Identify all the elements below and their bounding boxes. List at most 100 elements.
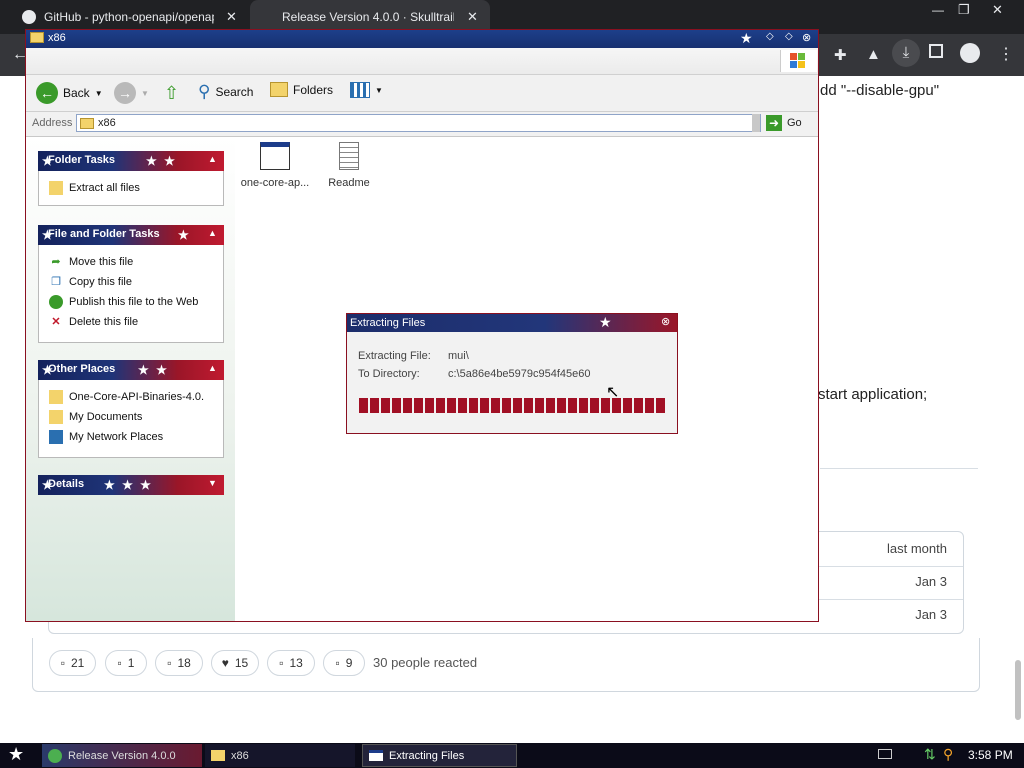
explorer-titlebar[interactable]: x86 ★ ◇ ◇ ⊗ xyxy=(26,30,818,48)
close-button[interactable]: ⊗ xyxy=(802,31,811,44)
download-icon[interactable]: ⤓ xyxy=(892,39,920,67)
details-header[interactable]: ★ Details ★ ★ ★ ▼ xyxy=(38,475,224,495)
progress-segment xyxy=(623,398,632,413)
progress-segment xyxy=(436,398,445,413)
task-publish-web[interactable]: Publish this file to the Web xyxy=(49,295,198,309)
forward-arrow-icon: → xyxy=(114,82,136,104)
reacted-summary: 30 people reacted xyxy=(373,655,478,670)
task-label: Publish this file to the Web xyxy=(69,296,199,308)
close-button[interactable]: ⊗ xyxy=(661,315,670,328)
collapse-chevron-icon[interactable]: ▲ xyxy=(208,228,217,238)
window-icon xyxy=(369,750,383,761)
address-field[interactable]: x86 xyxy=(76,114,761,132)
place-my-network[interactable]: My Network Places xyxy=(49,430,163,444)
views-button[interactable]: ▼ xyxy=(350,82,383,98)
reaction-button[interactable]: ▫ 21 xyxy=(49,650,96,676)
back-button[interactable]: ← Back ▼ xyxy=(36,82,103,104)
forward-button[interactable]: → ▼ xyxy=(114,82,149,104)
reaction-count: 21 xyxy=(70,656,85,670)
reaction-button[interactable]: ▫ 9 xyxy=(323,650,365,676)
taskbar-item-explorer[interactable]: x86 xyxy=(205,744,355,767)
address-dropdown[interactable] xyxy=(752,114,760,132)
reaction-button[interactable]: ▫ 13 xyxy=(267,650,315,676)
file-name: one-core-ap... xyxy=(240,177,310,189)
taskbar-item-extracting[interactable]: Extracting Files xyxy=(362,744,517,767)
go-arrow-icon: ➜ xyxy=(766,115,782,131)
file-item[interactable]: one-core-ap... xyxy=(240,142,310,192)
minimize-button[interactable]: ◇ xyxy=(766,31,774,42)
progress-segment xyxy=(447,398,456,413)
emoji-icon: ▫ xyxy=(167,656,172,670)
keyboard-icon[interactable] xyxy=(878,749,892,759)
extract-dialog: Extracting Files ★ ⊗ Extracting File: mu… xyxy=(346,313,678,434)
extract-dialog-titlebar[interactable]: Extracting Files ★ ⊗ xyxy=(347,314,677,332)
reaction-count: 1 xyxy=(127,656,135,670)
globe-icon xyxy=(49,295,63,309)
go-button[interactable]: ➜ Go xyxy=(766,115,802,131)
progress-segment xyxy=(579,398,588,413)
task-move-file[interactable]: ➦ Move this file xyxy=(49,255,133,269)
file-tasks-header[interactable]: ★ File and Folder Tasks ★ ▲ xyxy=(38,225,224,245)
tab-release-close-icon[interactable]: ✕ xyxy=(467,9,478,25)
reaction-button[interactable]: ▫ 18 xyxy=(155,650,203,676)
page-scrollbar[interactable] xyxy=(1015,660,1021,720)
search-button[interactable]: ⚲ Search xyxy=(198,82,253,102)
taskbar-item-browser[interactable]: Release Version 4.0.0 xyxy=(42,744,202,767)
progress-segment xyxy=(634,398,643,413)
page-text-start-application: start application; xyxy=(818,386,928,403)
extensions-icon[interactable]: ✚ xyxy=(834,46,847,64)
task-copy-file[interactable]: ❐ Copy this file xyxy=(49,275,132,289)
up-folder-icon[interactable]: ⇧ xyxy=(164,83,179,104)
reaction-button[interactable]: ▫ 1 xyxy=(105,650,147,676)
extracting-file-value: mui\ xyxy=(448,350,469,362)
to-directory-label: To Directory: xyxy=(358,368,420,380)
task-extract-all-files[interactable]: Extract all files xyxy=(49,181,140,195)
folder-tasks-panel: Extract all files xyxy=(38,171,224,206)
maximize-button[interactable]: ◇ xyxy=(785,31,793,42)
folder-tasks-header[interactable]: ★ Folder Tasks ★ ★ ▲ xyxy=(38,151,224,171)
progress-segment xyxy=(469,398,478,413)
task-delete-file[interactable]: ✕ Delete this file xyxy=(49,315,138,329)
side-panel-icon[interactable] xyxy=(929,44,943,58)
extracting-file-label: Extracting File: xyxy=(358,350,431,362)
progress-segment xyxy=(590,398,599,413)
menu-kebab-icon[interactable]: ⋮ xyxy=(998,44,1014,64)
restore-icon[interactable]: ❐ xyxy=(958,2,970,18)
place-binaries-folder[interactable]: One-Core-API-Binaries-4.0. xyxy=(49,390,204,404)
emoji-icon: ▫ xyxy=(117,656,122,670)
taskbar-clock: 3:58 PM xyxy=(968,748,1013,762)
other-places-panel: One-Core-API-Binaries-4.0. My Documents … xyxy=(38,380,224,458)
table-header-last-month: last month xyxy=(887,541,947,556)
minimize-icon[interactable]: — xyxy=(932,3,944,17)
window-app-icon xyxy=(260,142,290,170)
network-tray-icon[interactable]: ⇅ xyxy=(924,746,936,763)
explorer-menubar xyxy=(26,48,818,75)
reaction-button[interactable]: ♥ 15 xyxy=(211,650,259,676)
lab-flask-icon[interactable]: ▲ xyxy=(866,46,881,63)
progress-segment xyxy=(425,398,434,413)
task-sidebar: ★ Folder Tasks ★ ★ ▲ Extract all files ★… xyxy=(26,137,235,621)
search-tray-icon[interactable]: ⚲ xyxy=(943,746,953,763)
delete-x-icon: ✕ xyxy=(51,316,61,328)
progress-segment xyxy=(557,398,566,413)
close-icon[interactable]: ✕ xyxy=(992,2,1003,18)
details-title: Details xyxy=(48,478,85,490)
collapse-chevron-icon[interactable]: ▲ xyxy=(208,363,217,373)
place-my-documents[interactable]: My Documents xyxy=(49,410,142,424)
tab-release-title: Release Version 4.0.0 · Skulltrail19 xyxy=(282,10,454,24)
windows-taskbar: ★ Release Version 4.0.0 x86 Extracting F… xyxy=(0,743,1024,768)
expand-chevron-icon[interactable]: ▼ xyxy=(208,478,217,488)
back-label: Back xyxy=(63,86,90,100)
other-places-header[interactable]: ★ Other Places ★ ★ ▲ xyxy=(38,360,224,380)
tab-github-close-icon[interactable]: ✕ xyxy=(226,9,237,25)
folders-label: Folders xyxy=(293,82,334,97)
address-label: Address xyxy=(32,117,73,129)
table-row-date: Jan 3 xyxy=(915,607,947,622)
explorer-toolbar: ← Back ▼ → ▼ ⇧ ⚲ Search Folders ▼ xyxy=(26,75,818,112)
collapse-chevron-icon[interactable]: ▲ xyxy=(208,154,217,164)
copy-icon: ❐ xyxy=(51,276,61,288)
file-item[interactable]: Readme xyxy=(316,142,382,192)
folders-button[interactable]: Folders xyxy=(270,82,333,97)
profile-avatar-icon[interactable] xyxy=(960,43,980,63)
start-star-icon[interactable]: ★ xyxy=(8,744,24,765)
